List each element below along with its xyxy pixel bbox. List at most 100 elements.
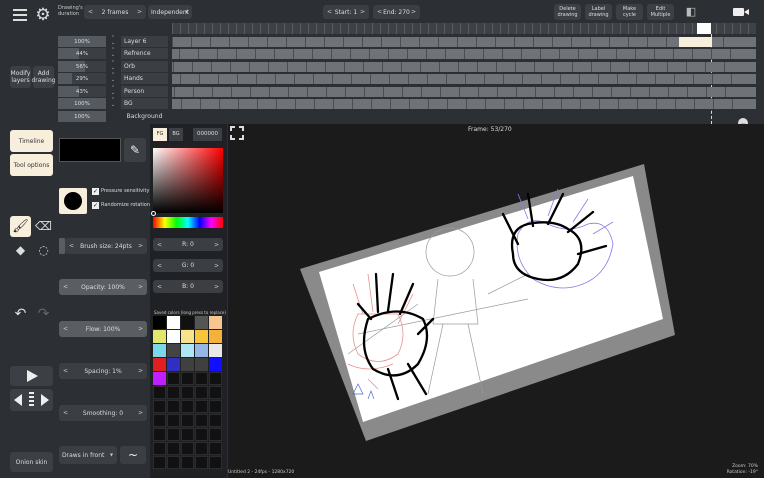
red-stepper[interactable]: < R: 0 >	[153, 238, 223, 251]
color-swatch[interactable]	[209, 358, 222, 371]
green-stepper[interactable]: < G: 0 >	[153, 259, 223, 272]
flow-stepper[interactable]: < Flow: 100% >	[59, 321, 147, 337]
label-drawing-button[interactable]: Label drawing	[585, 4, 612, 20]
color-swatch[interactable]	[209, 442, 222, 455]
layer-track[interactable]	[172, 74, 756, 84]
layer-row[interactable]: 29% ⌃ ⌄ Hands	[58, 73, 170, 84]
layer-opacity-stepper[interactable]: 100%	[58, 111, 106, 122]
opacity-stepper[interactable]: < Opacity: 100% >	[59, 279, 147, 295]
edit-multiple-button[interactable]: Edit Multiple	[647, 4, 674, 20]
layer-row[interactable]: 44% ⌃ ⌄ Refrence	[58, 48, 170, 59]
hex-input[interactable]: 000000	[193, 128, 222, 141]
add-drawing-button[interactable]: Add drawing	[31, 66, 56, 88]
color-swatch[interactable]	[181, 330, 194, 343]
color-swatch[interactable]	[153, 358, 166, 371]
color-swatch[interactable]	[209, 344, 222, 357]
canvas-viewport[interactable]: Frame: 53/270 Untitled 2 - 24fps - 1280x…	[228, 124, 764, 478]
color-swatch[interactable]	[209, 372, 222, 385]
current-cell[interactable]	[679, 37, 712, 47]
brush-size-stepper[interactable]: < Brush size: 24pts >	[65, 238, 147, 254]
color-swatch[interactable]	[167, 414, 180, 427]
layer-reorder-icon[interactable]: ⌃ ⌄	[108, 36, 118, 47]
color-swatch[interactable]	[209, 414, 222, 427]
layer-name[interactable]: Orb	[121, 61, 168, 72]
timeline-ruler[interactable]	[172, 23, 756, 34]
color-swatch[interactable]	[181, 316, 194, 329]
color-swatch[interactable]	[195, 386, 208, 399]
playhead-marker[interactable]	[697, 23, 711, 34]
tab-tool-options[interactable]: Tool options	[10, 154, 53, 176]
layers-toggle-button[interactable]: ◧	[684, 5, 698, 19]
color-swatch[interactable]	[195, 456, 208, 469]
start-stepper[interactable]: < Start: 1 >	[323, 5, 369, 19]
color-swatch[interactable]	[195, 428, 208, 441]
hue-slider[interactable]	[153, 217, 223, 228]
draw-mode-select[interactable]: Draws in front ▾	[59, 446, 117, 464]
layer-opacity-stepper[interactable]: 100%	[58, 98, 106, 109]
eyedropper-button[interactable]: ✎	[124, 138, 146, 162]
lasso-tool-button[interactable]: ◌	[33, 240, 54, 261]
menu-button[interactable]	[10, 5, 30, 25]
layer-opacity-stepper[interactable]: 43%	[58, 86, 106, 97]
color-swatch[interactable]	[195, 344, 208, 357]
frame-stepper[interactable]	[10, 389, 53, 411]
color-swatch[interactable]	[195, 372, 208, 385]
spacing-stepper[interactable]: < Spacing: 1% >	[59, 363, 147, 379]
layer-opacity-stepper[interactable]: 100%	[58, 36, 106, 47]
color-swatch[interactable]	[195, 358, 208, 371]
color-swatch[interactable]	[181, 428, 194, 441]
layer-track[interactable]	[172, 37, 756, 47]
tab-timeline[interactable]: Timeline	[10, 130, 53, 152]
color-swatch[interactable]	[167, 358, 180, 371]
color-swatch[interactable]	[153, 386, 166, 399]
layer-reorder-icon[interactable]: ⌃ ⌄	[108, 61, 118, 72]
color-swatch[interactable]	[167, 428, 180, 441]
layer-opacity-stepper[interactable]: 56%	[58, 61, 106, 72]
color-swatch[interactable]	[209, 400, 222, 413]
color-swatch[interactable]	[195, 400, 208, 413]
blue-stepper[interactable]: < B: 0 >	[153, 280, 223, 293]
layer-track[interactable]	[172, 49, 756, 59]
eraser-tool-button[interactable]: ⌫	[33, 216, 54, 237]
color-swatch[interactable]	[153, 316, 166, 329]
layer-name[interactable]: Person	[121, 86, 168, 97]
layer-reorder-icon[interactable]: ⌃ ⌄	[108, 48, 118, 59]
camera-button[interactable]	[731, 4, 751, 20]
saturation-value-picker[interactable]	[153, 148, 223, 213]
duration-stepper[interactable]: <2 frames >	[84, 5, 146, 19]
layer-name[interactable]: Layer 6	[121, 36, 168, 47]
color-swatch[interactable]	[153, 428, 166, 441]
color-swatch[interactable]	[167, 442, 180, 455]
color-swatch[interactable]	[195, 414, 208, 427]
undo-button[interactable]: ↶	[10, 304, 31, 325]
drawing-canvas[interactable]	[228, 124, 764, 478]
color-swatch[interactable]	[167, 330, 180, 343]
color-swatch[interactable]	[181, 372, 194, 385]
smoothing-stepper[interactable]: < Smoothing: 0 >	[59, 405, 147, 421]
color-swatch[interactable]	[209, 386, 222, 399]
color-swatch[interactable]	[167, 344, 180, 357]
color-swatch[interactable]	[209, 456, 222, 469]
color-swatch[interactable]	[195, 316, 208, 329]
color-swatch[interactable]	[153, 414, 166, 427]
bg-toggle[interactable]: BG	[169, 128, 183, 141]
layer-reorder-icon[interactable]: ⌃ ⌄	[108, 86, 118, 97]
layer-row[interactable]: 100% Background	[58, 111, 170, 122]
brush-tool-button[interactable]: 🖌	[10, 216, 31, 237]
color-preview[interactable]	[59, 138, 121, 162]
color-swatch[interactable]	[167, 456, 180, 469]
color-swatch[interactable]	[181, 386, 194, 399]
picker-cursor[interactable]	[151, 211, 156, 216]
layer-reorder-icon[interactable]: ⌃ ⌄	[108, 73, 118, 84]
pressure-checkbox[interactable]: ✓	[92, 188, 99, 195]
layer-row[interactable]: 100% ⌃ ⌄ Layer 6	[58, 36, 170, 47]
color-swatch[interactable]	[195, 330, 208, 343]
color-swatch[interactable]	[181, 358, 194, 371]
color-swatch[interactable]	[181, 344, 194, 357]
color-swatch[interactable]	[153, 330, 166, 343]
color-swatch[interactable]	[153, 400, 166, 413]
redo-button[interactable]: ↷	[33, 304, 54, 325]
layer-name[interactable]: Hands	[121, 73, 168, 84]
color-swatch[interactable]	[153, 372, 166, 385]
color-swatch[interactable]	[181, 442, 194, 455]
